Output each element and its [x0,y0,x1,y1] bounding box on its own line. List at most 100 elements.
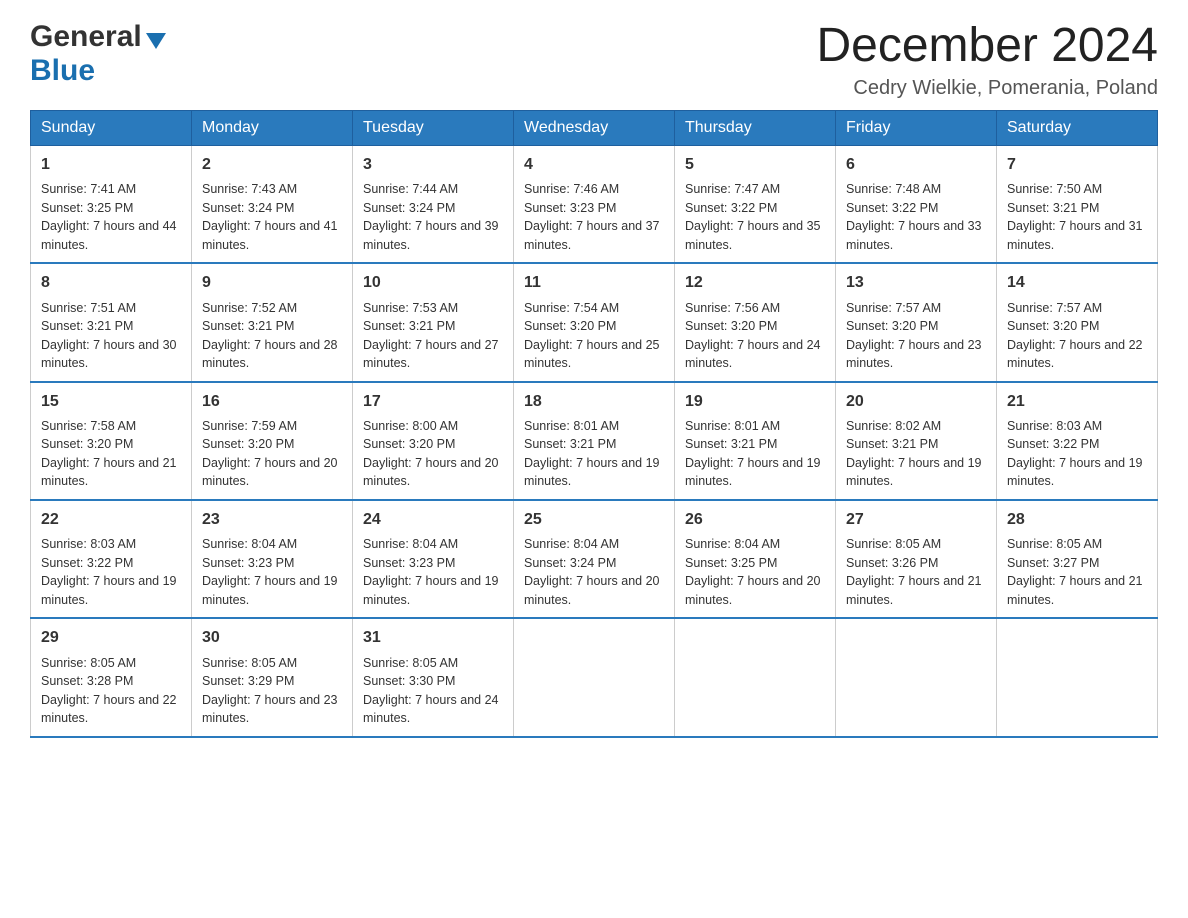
header-saturday: Saturday [997,110,1158,145]
calendar-cell [997,618,1158,736]
calendar-cell: 21 Sunrise: 8:03 AMSunset: 3:22 PMDaylig… [997,382,1158,500]
calendar-week-3: 15 Sunrise: 7:58 AMSunset: 3:20 PMDaylig… [31,382,1158,500]
calendar-table: Sunday Monday Tuesday Wednesday Thursday… [30,110,1158,738]
calendar-cell: 22 Sunrise: 8:03 AMSunset: 3:22 PMDaylig… [31,500,192,618]
day-number: 10 [363,272,503,294]
calendar-cell: 23 Sunrise: 8:04 AMSunset: 3:23 PMDaylig… [192,500,353,618]
day-info: Sunrise: 8:05 AMSunset: 3:30 PMDaylight:… [363,656,499,726]
logo-blue-text: Blue [30,54,95,87]
day-info: Sunrise: 7:43 AMSunset: 3:24 PMDaylight:… [202,182,338,252]
day-info: Sunrise: 8:00 AMSunset: 3:20 PMDaylight:… [363,419,499,489]
calendar-week-2: 8 Sunrise: 7:51 AMSunset: 3:21 PMDayligh… [31,263,1158,381]
header-friday: Friday [836,110,997,145]
header-monday: Monday [192,110,353,145]
day-number: 19 [685,391,825,413]
day-info: Sunrise: 7:56 AMSunset: 3:20 PMDaylight:… [685,301,821,371]
day-number: 24 [363,509,503,531]
day-number: 12 [685,272,825,294]
day-number: 2 [202,154,342,176]
day-number: 21 [1007,391,1147,413]
day-info: Sunrise: 7:54 AMSunset: 3:20 PMDaylight:… [524,301,660,371]
calendar-week-1: 1 Sunrise: 7:41 AMSunset: 3:25 PMDayligh… [31,145,1158,263]
calendar-cell: 9 Sunrise: 7:52 AMSunset: 3:21 PMDayligh… [192,263,353,381]
day-info: Sunrise: 8:05 AMSunset: 3:28 PMDaylight:… [41,656,177,726]
day-info: Sunrise: 8:04 AMSunset: 3:23 PMDaylight:… [202,537,338,607]
calendar-cell: 3 Sunrise: 7:44 AMSunset: 3:24 PMDayligh… [353,145,514,263]
calendar-cell [675,618,836,736]
logo-triangle-icon [146,33,166,49]
day-number: 9 [202,272,342,294]
day-number: 31 [363,627,503,649]
day-number: 20 [846,391,986,413]
calendar-cell: 14 Sunrise: 7:57 AMSunset: 3:20 PMDaylig… [997,263,1158,381]
day-number: 3 [363,154,503,176]
day-number: 5 [685,154,825,176]
calendar-cell: 10 Sunrise: 7:53 AMSunset: 3:21 PMDaylig… [353,263,514,381]
calendar-cell: 16 Sunrise: 7:59 AMSunset: 3:20 PMDaylig… [192,382,353,500]
calendar-cell: 29 Sunrise: 8:05 AMSunset: 3:28 PMDaylig… [31,618,192,736]
day-info: Sunrise: 8:03 AMSunset: 3:22 PMDaylight:… [1007,419,1143,489]
location-subtitle: Cedry Wielkie, Pomerania, Poland [816,77,1158,100]
header-sunday: Sunday [31,110,192,145]
calendar-cell: 12 Sunrise: 7:56 AMSunset: 3:20 PMDaylig… [675,263,836,381]
day-number: 6 [846,154,986,176]
day-number: 23 [202,509,342,531]
day-info: Sunrise: 7:59 AMSunset: 3:20 PMDaylight:… [202,419,338,489]
calendar-cell: 24 Sunrise: 8:04 AMSunset: 3:23 PMDaylig… [353,500,514,618]
day-info: Sunrise: 8:05 AMSunset: 3:29 PMDaylight:… [202,656,338,726]
day-number: 25 [524,509,664,531]
calendar-cell: 7 Sunrise: 7:50 AMSunset: 3:21 PMDayligh… [997,145,1158,263]
day-number: 15 [41,391,181,413]
calendar-cell: 11 Sunrise: 7:54 AMSunset: 3:20 PMDaylig… [514,263,675,381]
day-info: Sunrise: 7:46 AMSunset: 3:23 PMDaylight:… [524,182,660,252]
calendar-week-5: 29 Sunrise: 8:05 AMSunset: 3:28 PMDaylig… [31,618,1158,736]
page-header: General Blue December 2024 Cedry Wielkie… [30,20,1158,100]
calendar-cell: 26 Sunrise: 8:04 AMSunset: 3:25 PMDaylig… [675,500,836,618]
day-number: 28 [1007,509,1147,531]
calendar-cell: 20 Sunrise: 8:02 AMSunset: 3:21 PMDaylig… [836,382,997,500]
day-info: Sunrise: 7:52 AMSunset: 3:21 PMDaylight:… [202,301,338,371]
day-info: Sunrise: 8:03 AMSunset: 3:22 PMDaylight:… [41,537,177,607]
day-info: Sunrise: 7:51 AMSunset: 3:21 PMDaylight:… [41,301,177,371]
logo-general-text: General [30,20,142,54]
calendar-cell: 8 Sunrise: 7:51 AMSunset: 3:21 PMDayligh… [31,263,192,381]
day-number: 7 [1007,154,1147,176]
day-number: 30 [202,627,342,649]
day-info: Sunrise: 7:50 AMSunset: 3:21 PMDaylight:… [1007,182,1143,252]
day-info: Sunrise: 8:04 AMSunset: 3:24 PMDaylight:… [524,537,660,607]
calendar-cell: 19 Sunrise: 8:01 AMSunset: 3:21 PMDaylig… [675,382,836,500]
calendar-cell: 13 Sunrise: 7:57 AMSunset: 3:20 PMDaylig… [836,263,997,381]
day-number: 26 [685,509,825,531]
day-number: 18 [524,391,664,413]
day-info: Sunrise: 8:02 AMSunset: 3:21 PMDaylight:… [846,419,982,489]
day-info: Sunrise: 8:04 AMSunset: 3:23 PMDaylight:… [363,537,499,607]
day-info: Sunrise: 7:47 AMSunset: 3:22 PMDaylight:… [685,182,821,252]
day-number: 17 [363,391,503,413]
day-info: Sunrise: 7:44 AMSunset: 3:24 PMDaylight:… [363,182,499,252]
calendar-cell: 27 Sunrise: 8:05 AMSunset: 3:26 PMDaylig… [836,500,997,618]
calendar-cell: 15 Sunrise: 7:58 AMSunset: 3:20 PMDaylig… [31,382,192,500]
day-number: 13 [846,272,986,294]
calendar-cell: 2 Sunrise: 7:43 AMSunset: 3:24 PMDayligh… [192,145,353,263]
calendar-cell: 30 Sunrise: 8:05 AMSunset: 3:29 PMDaylig… [192,618,353,736]
day-info: Sunrise: 8:01 AMSunset: 3:21 PMDaylight:… [524,419,660,489]
calendar-cell [514,618,675,736]
day-number: 1 [41,154,181,176]
day-info: Sunrise: 8:04 AMSunset: 3:25 PMDaylight:… [685,537,821,607]
logo: General Blue [30,20,166,88]
day-number: 4 [524,154,664,176]
calendar-cell: 31 Sunrise: 8:05 AMSunset: 3:30 PMDaylig… [353,618,514,736]
day-number: 29 [41,627,181,649]
calendar-cell: 17 Sunrise: 8:00 AMSunset: 3:20 PMDaylig… [353,382,514,500]
day-info: Sunrise: 8:01 AMSunset: 3:21 PMDaylight:… [685,419,821,489]
day-info: Sunrise: 8:05 AMSunset: 3:27 PMDaylight:… [1007,537,1143,607]
day-number: 16 [202,391,342,413]
calendar-cell: 6 Sunrise: 7:48 AMSunset: 3:22 PMDayligh… [836,145,997,263]
calendar-week-4: 22 Sunrise: 8:03 AMSunset: 3:22 PMDaylig… [31,500,1158,618]
calendar-cell: 28 Sunrise: 8:05 AMSunset: 3:27 PMDaylig… [997,500,1158,618]
header-thursday: Thursday [675,110,836,145]
day-info: Sunrise: 7:57 AMSunset: 3:20 PMDaylight:… [846,301,982,371]
day-info: Sunrise: 7:53 AMSunset: 3:21 PMDaylight:… [363,301,499,371]
day-info: Sunrise: 7:58 AMSunset: 3:20 PMDaylight:… [41,419,177,489]
calendar-cell: 25 Sunrise: 8:04 AMSunset: 3:24 PMDaylig… [514,500,675,618]
